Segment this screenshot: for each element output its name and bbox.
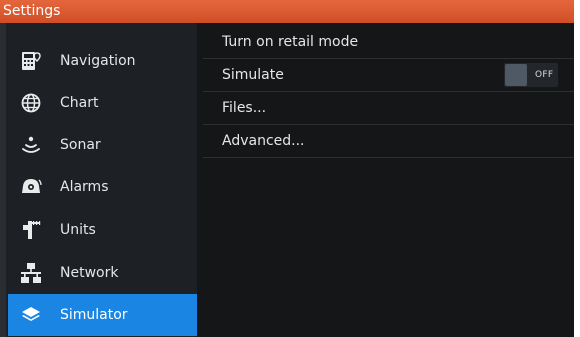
sidebar-item-label: Alarms (60, 179, 109, 195)
toggle-knob (505, 64, 527, 86)
window-title: Settings (3, 3, 61, 19)
row-label: Simulate (222, 67, 284, 83)
row-label: Advanced... (222, 133, 305, 149)
sidebar-item-label: Units (60, 222, 96, 238)
sidebar-item-label: Sonar (60, 137, 101, 153)
sidebar-item-label: Chart (60, 95, 99, 111)
sidebar-item-units[interactable]: Units (8, 209, 197, 251)
sidebar-item-label: Simulator (60, 307, 128, 323)
turn-on-retail-mode-row[interactable]: Turn on retail mode (203, 26, 574, 59)
sidebar-item-network[interactable]: Network (8, 252, 197, 294)
row-label: Turn on retail mode (222, 34, 359, 50)
network-icon (20, 262, 42, 284)
sidebar-item-sonar[interactable]: Sonar (8, 124, 197, 166)
alarm-bell-icon (20, 176, 42, 198)
title-bar: Settings (0, 0, 574, 23)
sidebar-item-navigation[interactable]: Navigation (8, 40, 197, 82)
units-ruler-icon (20, 219, 42, 241)
advanced-row[interactable]: Advanced... (203, 125, 574, 158)
navigation-icon (20, 50, 42, 72)
sidebar-item-simulator[interactable]: Simulator (8, 294, 197, 336)
toggle-state-label: OFF (535, 70, 554, 80)
sidebar-item-label: Navigation (60, 53, 136, 69)
simulate-toggle[interactable]: OFF (504, 63, 558, 87)
sidebar-scroll-edge (0, 23, 6, 337)
simulate-row[interactable]: Simulate OFF (203, 59, 574, 92)
sidebar-item-chart[interactable]: Chart (8, 82, 197, 124)
globe-icon (20, 92, 42, 114)
sidebar-item-alarms[interactable]: Alarms (8, 166, 197, 208)
simulator-settings-panel: Turn on retail mode Simulate OFF Files..… (203, 23, 574, 337)
sidebar-item-label: Network (60, 265, 119, 281)
sonar-icon (20, 134, 42, 156)
row-label: Files... (222, 100, 267, 116)
layers-icon (20, 304, 42, 326)
settings-window: Settings Navigation Chart Sonar Alarms U… (0, 0, 574, 337)
files-row[interactable]: Files... (203, 92, 574, 125)
settings-sidebar: Navigation Chart Sonar Alarms Units Netw… (0, 23, 197, 337)
